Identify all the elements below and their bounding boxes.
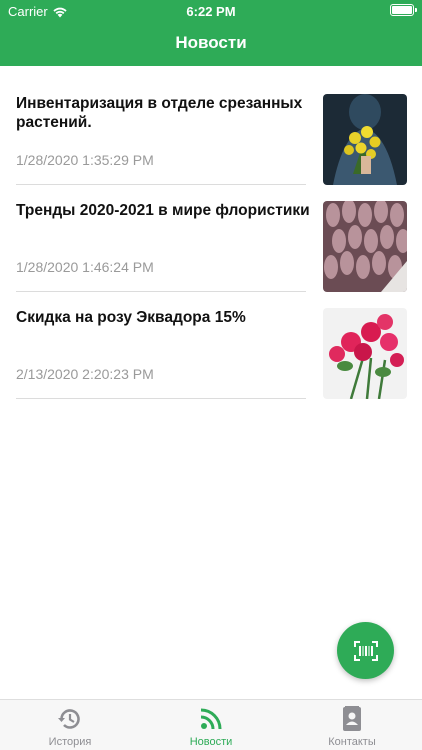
scan-barcode-button[interactable] xyxy=(337,622,394,679)
news-title: Инвентаризация в отделе срезанных растен… xyxy=(16,95,303,131)
roses-image xyxy=(323,308,407,399)
tab-history[interactable]: История xyxy=(10,706,130,748)
status-time: 6:22 PM xyxy=(186,4,236,19)
news-item[interactable]: Инвентаризация в отделе срезанных растен… xyxy=(16,66,407,185)
tab-news[interactable]: Новости xyxy=(151,706,271,748)
app-header: Carrier 6:22 PM Новости xyxy=(0,0,422,66)
page-title: Новости xyxy=(175,33,247,52)
news-title: Тренды 2020-2021 в мире флористики xyxy=(16,202,310,219)
divider xyxy=(16,398,306,399)
news-date: 1/28/2020 1:35:29 PM xyxy=(16,152,154,168)
contacts-icon xyxy=(343,706,361,731)
news-thumbnail xyxy=(323,201,407,292)
tab-contacts[interactable]: Контакты xyxy=(292,706,412,748)
daffodil-bouquet-image xyxy=(323,94,407,185)
tulips-image xyxy=(323,201,407,292)
tab-bar: История Новости Контакты xyxy=(0,699,422,750)
news-thumbnail xyxy=(323,94,407,185)
status-bar: Carrier 6:22 PM xyxy=(0,0,422,22)
tab-history-label: История xyxy=(48,736,92,748)
tab-contacts-label: Контакты xyxy=(328,736,376,748)
news-date: 2/13/2020 2:20:23 PM xyxy=(16,366,154,382)
rss-feed-icon xyxy=(200,708,222,730)
battery-icon xyxy=(390,4,417,16)
tab-news-label: Новости xyxy=(189,736,233,748)
news-item[interactable]: Скидка на розу Эквадора 15% 2/13/2020 2:… xyxy=(16,280,407,399)
news-title: Скидка на розу Эквадора 15% xyxy=(16,309,246,326)
barcode-scan-icon xyxy=(353,640,378,661)
news-date: 1/28/2020 1:46:24 PM xyxy=(16,259,154,275)
news-thumbnail xyxy=(323,308,407,399)
history-icon xyxy=(58,709,80,729)
news-item[interactable]: Тренды 2020-2021 в мире флористики 1/28/… xyxy=(16,173,407,292)
